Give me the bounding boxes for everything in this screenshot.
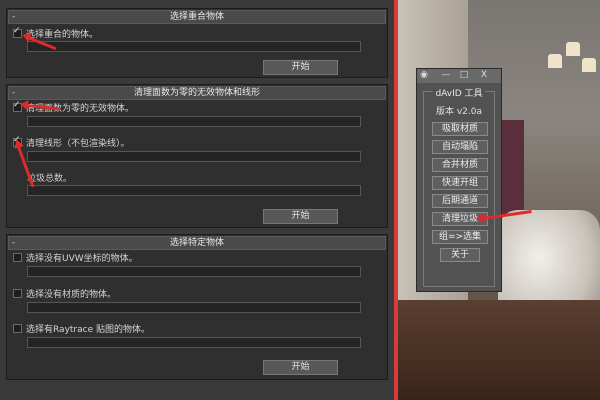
tool-button-about[interactable]: 关于 xyxy=(440,248,480,262)
rollout-header[interactable]: - 清理面数为零的无效物体和线形 xyxy=(8,86,386,100)
rollout-select-specific: - 选择特定物体 选择没有UVW坐标的物体。 选择没有材质的物体。 选择有Ray… xyxy=(6,234,388,380)
tool-button-pick-material[interactable]: 吸取材质 xyxy=(432,122,488,136)
checkbox[interactable] xyxy=(13,252,22,262)
checkbox-label: 选择有Raytrace 贴图的物体。 xyxy=(26,324,150,335)
total-bar xyxy=(27,185,361,196)
minimize-icon[interactable]: — xyxy=(441,71,451,80)
checkbox-row[interactable]: 选择有Raytrace 贴图的物体。 xyxy=(13,322,150,335)
tool-button-merge-material[interactable]: 合并材质 xyxy=(432,158,488,172)
collapse-icon[interactable]: - xyxy=(12,237,15,249)
window-titlebar[interactable]: ◉ — □ X xyxy=(417,69,501,83)
checkbox[interactable] xyxy=(13,323,22,333)
maximize-icon[interactable]: □ xyxy=(459,71,469,80)
lamp-shade xyxy=(582,58,596,72)
tool-button-quick-group[interactable]: 快速开组 xyxy=(432,176,488,190)
checkbox[interactable] xyxy=(13,288,22,298)
checkbox-label: 清理线形（不包渲染线）。 xyxy=(26,138,130,149)
checkbox-label: 选择重合的物体。 xyxy=(26,29,99,40)
tool-panel: dAvID 工具 版本 v2.0a 吸取材质 自动塌陷 合并材质 快速开组 后期… xyxy=(423,89,495,287)
floor xyxy=(398,300,600,400)
checkbox-row[interactable]: 清理线形（不包渲染线）。 xyxy=(13,135,130,149)
tool-button-post-channel[interactable]: 后期通道 xyxy=(432,194,488,208)
checkbox-label: 选择没有UVW坐标的物体。 xyxy=(26,253,138,264)
script-panel: - 选择重合物体 选择重合的物体。 开始 - 清理面数为零的无效物体和线形 清理… xyxy=(0,0,398,400)
rollout-title: 清理面数为零的无效物体和线形 xyxy=(133,88,260,98)
checkbox-label: 选择没有材质的物体。 xyxy=(26,289,117,300)
progress-bar xyxy=(27,41,361,52)
progress-bar xyxy=(27,151,361,162)
progress-bar xyxy=(27,337,361,348)
david-tool-window[interactable]: ◉ — □ X dAvID 工具 版本 v2.0a 吸取材质 自动塌陷 合并材质… xyxy=(416,68,502,292)
checkbox-row[interactable]: 选择没有UVW坐标的物体。 xyxy=(13,251,138,264)
start-button[interactable]: 开始 xyxy=(263,360,338,375)
rollout-title: 选择特定物体 xyxy=(169,238,224,248)
progress-bar xyxy=(27,302,361,313)
version-label: 版本 v2.0a xyxy=(435,107,482,117)
rollout-header[interactable]: - 选择重合物体 xyxy=(8,10,386,24)
rollout-title: 选择重合物体 xyxy=(169,12,224,22)
start-button[interactable]: 开始 xyxy=(263,209,338,224)
rollout-clean-invalid: - 清理面数为零的无效物体和线形 清理面数为零的无效物体。 清理线形（不包渲染线… xyxy=(6,84,388,228)
checkbox-row[interactable]: 选择没有材质的物体。 xyxy=(13,287,117,300)
app-icon: ◉ xyxy=(420,70,428,80)
chandelier xyxy=(548,40,598,100)
collapse-icon[interactable]: - xyxy=(12,87,15,99)
close-icon[interactable]: X xyxy=(479,71,489,80)
progress-bar xyxy=(27,266,361,277)
checkbox[interactable] xyxy=(13,26,22,38)
progress-bar xyxy=(27,116,361,127)
lamp-shade xyxy=(566,42,580,56)
rollout-header[interactable]: - 选择特定物体 xyxy=(8,236,386,250)
start-button[interactable]: 开始 xyxy=(263,60,338,75)
tool-button-group-to-selection[interactable]: 组=>选集 xyxy=(432,230,488,244)
rollout-select-overlapping: - 选择重合物体 选择重合的物体。 开始 xyxy=(6,8,388,78)
tool-title: dAvID 工具 xyxy=(433,89,485,99)
collapse-icon[interactable]: - xyxy=(12,11,15,23)
lamp-shade xyxy=(548,54,562,68)
tool-button-auto-collapse[interactable]: 自动塌陷 xyxy=(432,140,488,154)
total-label: 垃圾总数。 xyxy=(27,174,73,184)
